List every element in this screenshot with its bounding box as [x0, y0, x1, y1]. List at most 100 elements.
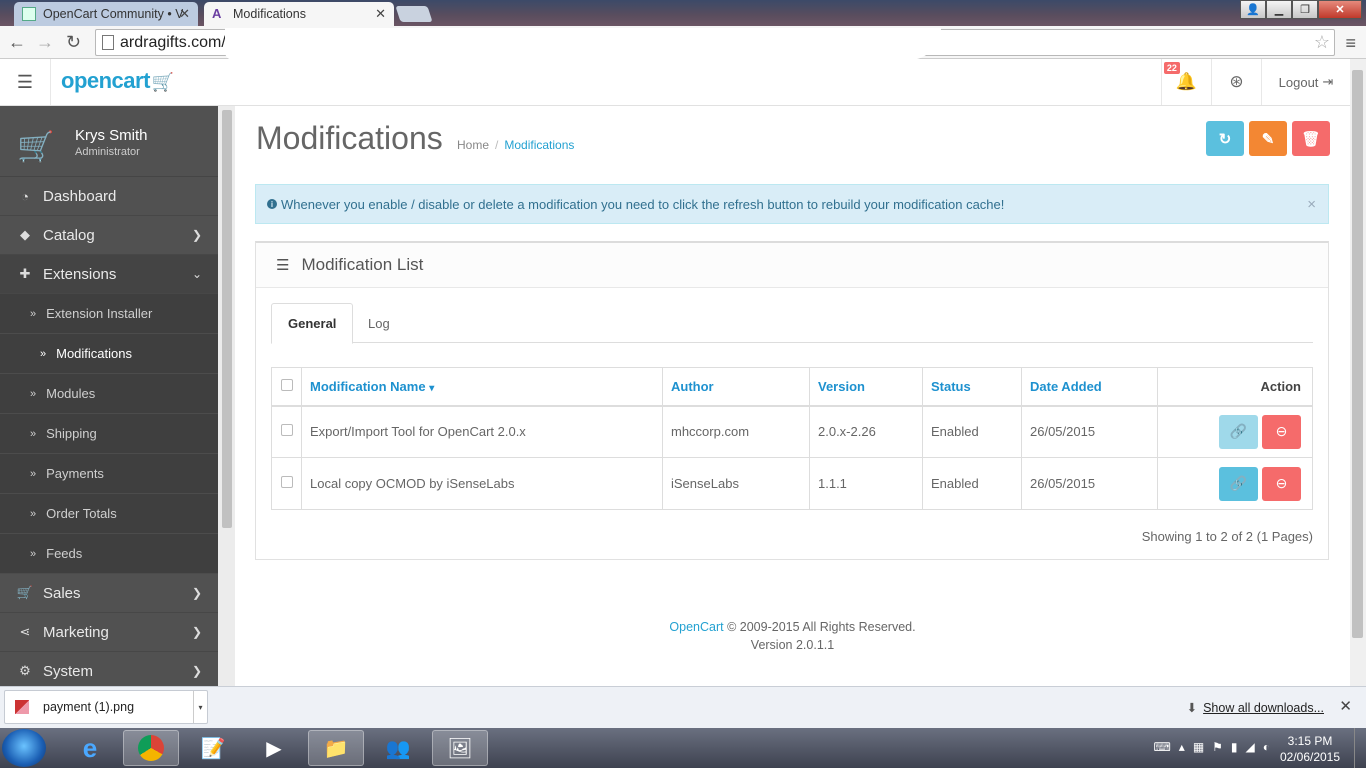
double-chevron-icon: » [30, 507, 37, 520]
row-checkbox[interactable] [280, 424, 293, 437]
cell-date: 26/05/2015 [1021, 405, 1158, 458]
sidebar-subitem-order-totals[interactable]: » Order Totals [0, 494, 218, 534]
page-favicon-icon [22, 7, 36, 21]
maximize-button[interactable]: ❐ [1292, 0, 1318, 19]
link-button[interactable]: 🔗 [1219, 466, 1258, 501]
image-viewer-icon[interactable]: 🖼 [432, 730, 488, 766]
chrome-icon[interactable] [123, 730, 179, 766]
browser-tab-modifications[interactable]: A Modifications ✕ [204, 2, 394, 26]
file-explorer-icon[interactable]: 📁 [308, 730, 364, 766]
sidebar-subitem-feeds[interactable]: » Feeds [0, 534, 218, 574]
internet-explorer-icon[interactable]: e [62, 730, 118, 766]
browser-tab-community[interactable]: OpenCart Community • Vi ✕ [14, 2, 198, 26]
column-header-name[interactable]: Modification Name ▾ [301, 367, 663, 407]
close-icon[interactable]: × [1307, 196, 1316, 213]
opencart-link[interactable]: OpenCart [669, 620, 723, 634]
media-player-icon[interactable]: ▶ [246, 730, 302, 766]
row-checkbox[interactable] [280, 476, 293, 488]
sidebar-item-label: System [43, 662, 94, 680]
notifications-button[interactable]: 🔔 22 [1161, 59, 1211, 105]
close-icon[interactable]: ✕ [375, 6, 386, 22]
table-row: Local copy OCMOD by iSenseLabs iSenseLab… [271, 457, 1313, 510]
minus-circle-icon: ⊖ [1275, 423, 1288, 440]
opencart-logo[interactable]: opencart 🛒 [61, 68, 174, 94]
refresh-button[interactable]: ↻ [1206, 121, 1244, 156]
column-header-date[interactable]: Date Added [1021, 367, 1158, 407]
menu-toggle-icon[interactable]: ☰ [0, 59, 51, 105]
close-icon[interactable]: ✕ [1339, 697, 1352, 715]
clock[interactable]: 3:15 PM 02/06/2015 [1276, 733, 1344, 765]
eraser-icon: ✎ [1261, 130, 1275, 148]
disable-button[interactable]: ⊖ [1262, 414, 1301, 449]
forward-icon[interactable]: → [36, 32, 54, 53]
sidebar-subitem-extension-installer[interactable]: » Extension Installer [0, 294, 218, 334]
help-button[interactable]: ⊛ [1211, 59, 1261, 105]
user-profile[interactable]: 🛒 Krys Smith Administrator [0, 106, 218, 177]
page-scrollbar-thumb[interactable] [1352, 70, 1363, 638]
sidebar-item-label: Dashboard [43, 187, 117, 205]
sidebar-item-catalog[interactable]: ◆ Catalog ❯ [0, 216, 218, 255]
cell-version: 2.0.x-2.26 [809, 405, 923, 458]
close-icon[interactable]: ✕ [179, 6, 190, 22]
page-footer: OpenCart © 2009-2015 All Rights Reserved… [235, 618, 1350, 654]
download-item[interactable]: payment (1).png ▾ [4, 690, 208, 724]
user-name: Krys Smith [75, 127, 148, 144]
notepad-icon[interactable]: 📝 [185, 730, 241, 766]
column-header-status[interactable]: Status [922, 367, 1022, 407]
address-text: ardragifts.com/ [120, 33, 226, 51]
bookmark-star-icon[interactable]: ☆ [1314, 32, 1330, 53]
show-desktop-button[interactable] [1354, 728, 1366, 768]
pagination-summary: Showing 1 to 2 of 2 (1 Pages) [1141, 529, 1313, 544]
sidebar-item-sales[interactable]: 🛒 Sales ❯ [0, 574, 218, 613]
logout-link[interactable]: Logout ⇥ [1261, 59, 1350, 105]
clock-time: 3:15 PM [1287, 734, 1333, 748]
sidebar-subitem-modifications[interactable]: » Modifications [0, 334, 218, 374]
sidebar-subitem-payments[interactable]: » Payments [0, 454, 218, 494]
system-tray[interactable]: ⌨▴▦⚑▮◢◐ [1153, 740, 1278, 754]
reload-icon[interactable]: ↻ [66, 32, 81, 53]
column-header-version[interactable]: Version [809, 367, 923, 407]
tab-general[interactable]: General [271, 303, 354, 344]
sidebar-item-dashboard[interactable]: ◔ Dashboard [0, 177, 218, 216]
column-header-author[interactable]: Author [662, 367, 810, 407]
tab-log[interactable]: Log [352, 303, 406, 343]
user-icon[interactable]: 👤 [1240, 0, 1266, 19]
select-all-checkbox[interactable] [280, 378, 293, 391]
panel-title: Modification List [301, 255, 424, 274]
sidebar-item-system[interactable]: ⚙ System ❯ [0, 652, 218, 686]
sidebar-subitem-modules[interactable]: » Modules [0, 374, 218, 414]
clear-button[interactable]: ✎ [1249, 121, 1287, 156]
start-button[interactable] [2, 729, 46, 767]
sidebar-item-label: Marketing [43, 623, 109, 641]
dropdown-arrow-icon[interactable]: ▾ [193, 691, 207, 723]
menu-icon[interactable]: ≡ [1345, 33, 1356, 54]
download-arrow-icon: ⬇ [1186, 701, 1198, 715]
disable-button[interactable]: ⊖ [1262, 466, 1301, 501]
sidebar-subitem-label: Extension Installer [46, 306, 153, 321]
minus-circle-icon: ⊖ [1275, 475, 1288, 491]
window-close-button[interactable]: ✕ [1318, 0, 1362, 19]
delete-button[interactable]: 🗑 [1292, 121, 1330, 156]
column-header-label: Modification Name [310, 378, 426, 394]
chevron-down-icon: ⌄ [191, 267, 202, 281]
sidebar-subitem-shipping[interactable]: » Shipping [0, 414, 218, 454]
sidebar-scrollbar-thumb[interactable] [222, 110, 232, 528]
chevron-right-icon: ❯ [191, 625, 202, 639]
new-tab-button[interactable] [395, 6, 433, 22]
minimize-button[interactable]: ▁ [1266, 0, 1292, 19]
link-button[interactable]: 🔗 [1219, 414, 1258, 449]
copyright-text: © 2009-2015 All Rights Reserved. [727, 620, 916, 634]
link-icon: 🔗 [1229, 475, 1248, 491]
logout-label: Logout [1278, 74, 1319, 90]
back-icon[interactable]: ← [8, 32, 26, 53]
breadcrumb-current[interactable]: Modifications [504, 138, 574, 152]
sidebar-subitem-label: Modifications [56, 346, 132, 361]
user-role: Administrator [75, 146, 140, 158]
double-chevron-icon: » [30, 547, 37, 560]
cell-date: 26/05/2015 [1021, 457, 1158, 510]
sidebar-item-marketing[interactable]: ⋖ Marketing ❯ [0, 613, 218, 652]
breadcrumb-home[interactable]: Home [457, 138, 489, 152]
show-all-downloads-link[interactable]: ⬇ Show all downloads... [1187, 700, 1324, 715]
sidebar-item-extensions[interactable]: ✚ Extensions ⌄ [0, 255, 218, 294]
messenger-icon[interactable]: 👥 [370, 730, 426, 766]
